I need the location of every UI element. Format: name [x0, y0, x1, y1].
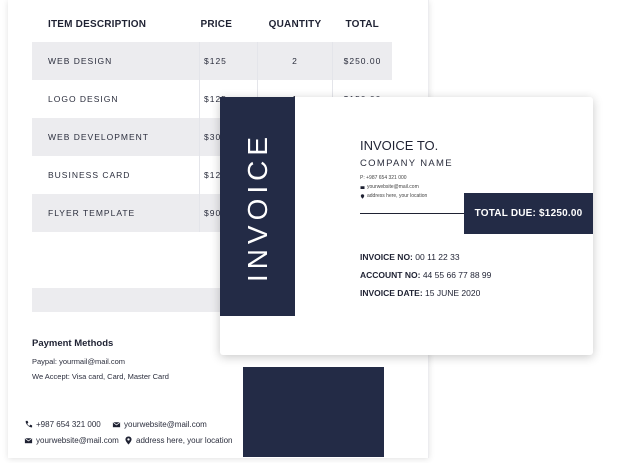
back-sheet-dark-block — [243, 367, 384, 457]
row-price: $125 — [199, 42, 258, 80]
invoice-vertical-title: INVOICE — [242, 131, 273, 283]
mail-icon — [112, 420, 121, 429]
table-row: WEB DESIGN $125 2 $250.00 — [32, 42, 392, 80]
footer-phone: +987 654 321 000 — [24, 420, 101, 429]
account-number-value: 44 55 66 77 88 99 — [422, 270, 492, 280]
header-price: PRICE — [200, 18, 233, 30]
invoice-date: INVOICE DATE: 15 JUNE 2020 — [360, 288, 480, 298]
row-description: BUSINESS CARD — [48, 170, 131, 180]
invoice-front-card: INVOICE INVOICE TO. COMPANY NAME P: +987… — [220, 97, 593, 355]
location-pin-icon — [124, 436, 133, 445]
accept-line: We Accept: Visa card, Card, Master Card — [32, 372, 169, 381]
mail-icon — [360, 185, 365, 190]
payment-methods-title: Payment Methods — [32, 338, 114, 349]
header-quantity: QUANTITY — [268, 18, 322, 30]
card-address: address here, your location — [360, 193, 427, 199]
footer-email-1: yourwebsite@mail.com — [112, 420, 207, 429]
footer-address-text: address here, your location — [136, 436, 233, 445]
row-total: $250.00 — [332, 42, 392, 80]
total-due-badge: TOTAL DUE: $1250.00 — [464, 193, 593, 234]
paypal-line: Paypal: yourmail@mail.com — [32, 357, 126, 366]
invoice-date-label: INVOICE DATE: — [360, 288, 423, 298]
row-description: WEB DEVELOPMENT — [32, 118, 200, 156]
row-description: FLYER TEMPLATE — [32, 194, 200, 232]
card-phone-text: P: +987 654 321 000 — [360, 175, 407, 181]
mail-icon — [24, 436, 33, 445]
card-phone: P: +987 654 321 000 — [360, 175, 407, 181]
row-description: LOGO DESIGN — [48, 94, 119, 104]
card-email: yourwebsite@mail.com — [360, 184, 419, 190]
invoice-number-label: INVOICE NO: — [360, 252, 413, 262]
footer-phone-text: +987 654 321 000 — [36, 420, 101, 429]
divider-line — [360, 213, 464, 214]
card-email-text: yourwebsite@mail.com — [367, 184, 419, 190]
footer-address: address here, your location — [124, 436, 233, 445]
footer-email-2-text: yourwebsite@mail.com — [36, 436, 119, 445]
card-address-text: address here, your location — [367, 193, 428, 199]
location-pin-icon — [360, 193, 365, 199]
header-item-description: ITEM DESCRIPTION — [48, 18, 147, 30]
row-description: WEB DESIGN — [32, 42, 200, 80]
invoice-date-value: 15 JUNE 2020 — [425, 288, 481, 298]
row-quantity: 2 — [257, 42, 333, 80]
account-number: ACCOUNT NO: 44 55 66 77 88 99 — [360, 270, 491, 280]
account-number-label: ACCOUNT NO: — [360, 270, 421, 280]
invoice-number-value: 00 11 22 33 — [415, 252, 460, 262]
header-total: TOTAL — [345, 18, 379, 30]
company-name: COMPANY NAME — [360, 158, 453, 169]
invoice-to-heading: INVOICE TO. — [360, 138, 439, 153]
footer-email-1-text: yourwebsite@mail.com — [124, 420, 207, 429]
invoice-number: INVOICE NO: 00 11 22 33 — [360, 252, 460, 262]
footer-email-2: yourwebsite@mail.com — [24, 436, 119, 445]
table-header-row: ITEM DESCRIPTION PRICE QUANTITY TOTAL — [32, 6, 392, 42]
invoice-side-band: INVOICE — [220, 97, 295, 316]
phone-icon — [24, 420, 33, 429]
